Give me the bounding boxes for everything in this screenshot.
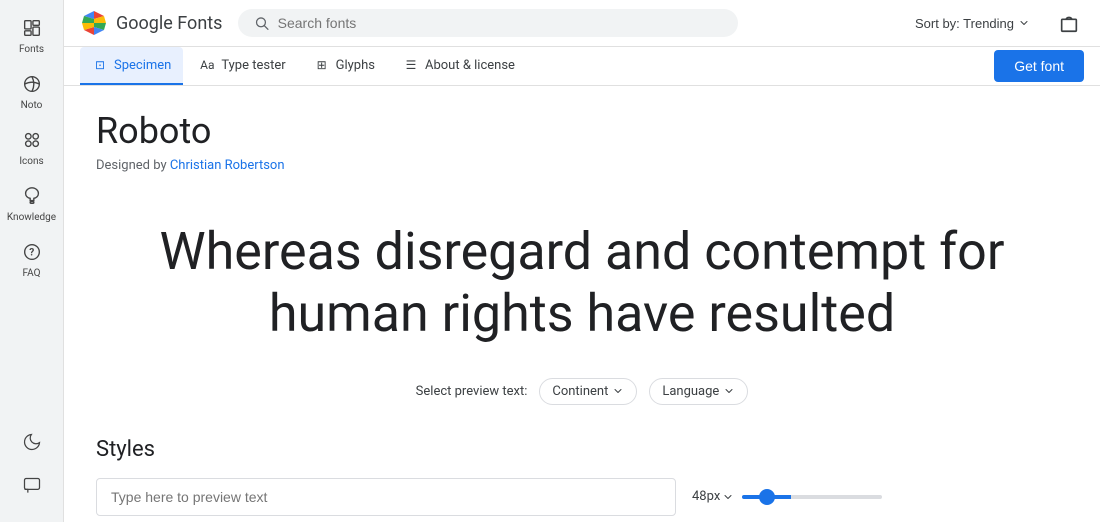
size-control: 48px — [692, 489, 882, 504]
noto-icon — [20, 72, 44, 96]
font-name: Roboto — [96, 110, 1068, 152]
sidebar-item-noto[interactable]: Noto — [0, 64, 63, 120]
chevron-down-icon — [723, 385, 735, 397]
sidebar-item-faq[interactable]: ? FAQ — [0, 232, 63, 288]
designer-link[interactable]: Christian Robertson — [170, 158, 285, 173]
sidebar-item-knowledge[interactable]: Knowledge — [0, 176, 63, 232]
sidebar-item-icons-label: Icons — [19, 156, 43, 168]
icons-icon — [20, 128, 44, 152]
select-preview-row: Select preview text: Continent Language — [96, 378, 1068, 405]
faq-icon: ? — [20, 240, 44, 264]
designer-line: Designed by Christian Robertson — [96, 158, 1068, 173]
svg-text:?: ? — [29, 248, 34, 259]
dark-mode-toggle[interactable] — [16, 422, 48, 462]
app-title: Google Fonts — [116, 13, 222, 34]
sidebar-item-noto-label: Noto — [21, 100, 43, 112]
specimen-icon: ⊡ — [92, 57, 108, 73]
main-content: Google Fonts Sort by: Trending — [64, 0, 1100, 522]
sidebar-item-fonts-label: Fonts — [19, 44, 44, 56]
get-font-button[interactable]: Get font — [994, 50, 1084, 82]
chevron-down-icon — [1018, 17, 1030, 29]
tab-about[interactable]: ☰ About & license — [391, 47, 527, 85]
sidebar-item-knowledge-label: Knowledge — [7, 212, 56, 224]
shopping-bag-icon — [1058, 12, 1080, 34]
sort-button[interactable]: Sort by: Trending — [907, 12, 1038, 35]
search-icon — [254, 15, 269, 31]
styles-section: Styles 48px Thin 100 Whe — [96, 437, 1068, 522]
header-right: Sort by: Trending — [907, 8, 1084, 38]
sidebar-item-icons[interactable]: Icons — [0, 120, 63, 176]
tab-glyphs[interactable]: ⊞ Glyphs — [302, 47, 387, 85]
preview-text-input[interactable] — [96, 478, 676, 516]
search-bar[interactable] — [238, 9, 738, 37]
continent-dropdown[interactable]: Continent — [539, 378, 637, 405]
sidebar-item-fonts[interactable]: Fonts — [0, 8, 63, 64]
styles-section-title: Styles — [96, 437, 1068, 462]
tabs-bar: ⊡ Specimen Aa Type tester ⊞ Glyphs ☰ Abo… — [64, 47, 1100, 86]
sidebar-item-faq-label: FAQ — [22, 268, 40, 280]
header: Google Fonts Sort by: Trending — [64, 0, 1100, 47]
tab-specimen[interactable]: ⊡ Specimen — [80, 47, 183, 85]
chat-icon — [20, 474, 44, 498]
dark-mode-icon — [20, 430, 44, 454]
size-label: 48px — [692, 489, 734, 504]
chat-button[interactable] — [16, 466, 48, 506]
logo-area: Google Fonts — [80, 9, 222, 37]
tab-type-tester[interactable]: Aa Type tester — [187, 47, 297, 85]
size-slider[interactable] — [742, 495, 882, 499]
google-logo — [80, 9, 108, 37]
size-slider-wrap[interactable] — [742, 495, 882, 499]
about-icon: ☰ — [403, 57, 419, 73]
content-area: Roboto Designed by Christian Robertson W… — [64, 86, 1100, 522]
search-input[interactable] — [278, 15, 723, 31]
chevron-down-icon — [612, 385, 624, 397]
knowledge-icon — [20, 184, 44, 208]
type-tester-icon: Aa — [199, 57, 215, 73]
cart-button[interactable] — [1054, 8, 1084, 38]
language-dropdown[interactable]: Language — [649, 378, 748, 405]
font-preview-text: Whereas disregard and contempt for human… — [96, 197, 1068, 378]
select-preview-label: Select preview text: — [416, 384, 528, 399]
preview-input-row: 48px — [96, 478, 1068, 516]
sidebar: Fonts Noto Icons — [0, 0, 64, 522]
glyphs-icon: ⊞ — [314, 57, 330, 73]
fonts-icon — [20, 16, 44, 40]
chevron-down-icon — [722, 491, 734, 503]
